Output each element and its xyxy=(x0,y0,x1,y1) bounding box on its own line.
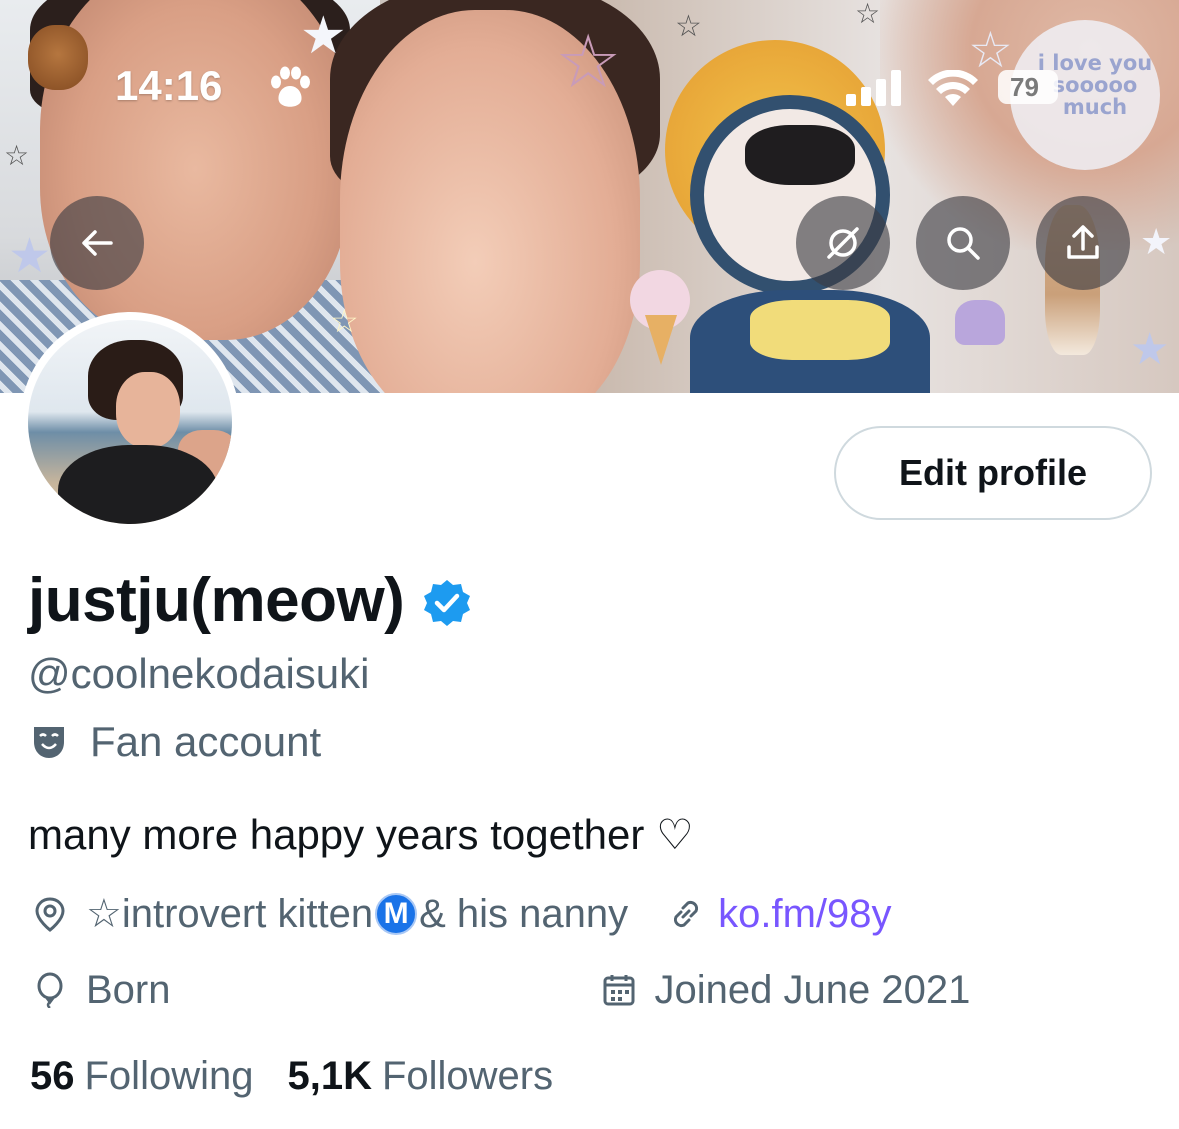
back-button[interactable] xyxy=(50,196,144,290)
followers-link[interactable]: 5,1K Followers xyxy=(287,1054,553,1099)
hide-translation-button[interactable] xyxy=(796,196,890,290)
following-label: Following xyxy=(84,1054,254,1098)
arrow-left-icon xyxy=(82,230,113,256)
share-button[interactable] xyxy=(1036,196,1130,290)
icecream-cone-sticker xyxy=(645,315,677,365)
share-icon xyxy=(1067,225,1099,259)
balloon-icon xyxy=(37,972,63,1008)
search-button[interactable] xyxy=(916,196,1010,290)
edit-profile-button[interactable]: Edit profile xyxy=(834,426,1152,520)
paw-icon xyxy=(271,66,310,107)
born-label: Born xyxy=(86,967,171,1012)
avatar-face xyxy=(116,372,180,448)
display-name: justju(meow) xyxy=(28,565,405,635)
name-row: justju(meow) xyxy=(28,560,472,640)
search-icon xyxy=(947,227,980,260)
joined-date: Joined June 2021 xyxy=(654,967,971,1012)
star-sticker: ☆ xyxy=(4,139,30,172)
banner-plush-hair xyxy=(745,125,855,185)
followers-label: Followers xyxy=(381,1054,554,1098)
verified-badge-icon[interactable] xyxy=(422,578,472,628)
m-badge-icon: M xyxy=(375,893,418,935)
wifi-icon xyxy=(928,70,978,106)
avatar-shirt xyxy=(58,445,218,524)
follow-stats: 56 Following 5,1K Followers xyxy=(30,1054,553,1099)
professional-category: Fan account xyxy=(32,718,321,766)
star-sticker: ★ xyxy=(1130,324,1170,375)
location-text: ☆introvert kitten xyxy=(86,892,374,936)
star-sticker: ★ xyxy=(8,228,52,284)
star-sticker: ☆ xyxy=(330,302,359,340)
category-label: Fan account xyxy=(90,718,322,765)
location-pin-icon xyxy=(35,897,65,932)
star-sticker: ☆ xyxy=(555,19,622,105)
location-link-row: ☆introvert kitten M & his nanny ko.fm/98… xyxy=(32,886,892,942)
theater-masks-icon xyxy=(34,727,64,758)
avatar-image xyxy=(28,320,232,524)
status-time: 14:16 xyxy=(115,62,223,109)
star-sticker: ☆ xyxy=(675,9,702,44)
following-link[interactable]: 56 Following xyxy=(30,1054,253,1099)
followers-count: 5,1K xyxy=(287,1054,372,1098)
teddy-bear-sticker xyxy=(28,25,88,90)
location-text-suffix: & his nanny xyxy=(419,891,629,936)
avatar[interactable] xyxy=(20,312,240,532)
following-count: 56 xyxy=(30,1054,75,1098)
star-sticker: ☆ xyxy=(968,21,1013,79)
profile-bio: many more happy years together ♡ xyxy=(28,811,694,858)
jelly-sticker xyxy=(955,300,1005,345)
no-translate-icon xyxy=(827,227,859,259)
star-sticker: ☆ xyxy=(855,0,881,30)
star-sticker: ★ xyxy=(300,6,347,66)
born-joined-row: Born Joined June 2021 xyxy=(32,962,970,1018)
star-sticker: ★ xyxy=(1140,222,1173,263)
profile-link[interactable]: ko.fm/98y xyxy=(718,892,891,937)
calendar-icon xyxy=(603,975,634,1006)
user-handle: @coolnekodaisuki xyxy=(28,650,370,697)
banner-plush-scarf xyxy=(750,300,890,360)
link-icon xyxy=(674,900,699,928)
battery-icon: 79 xyxy=(998,70,1058,104)
signal-icon xyxy=(846,70,901,106)
